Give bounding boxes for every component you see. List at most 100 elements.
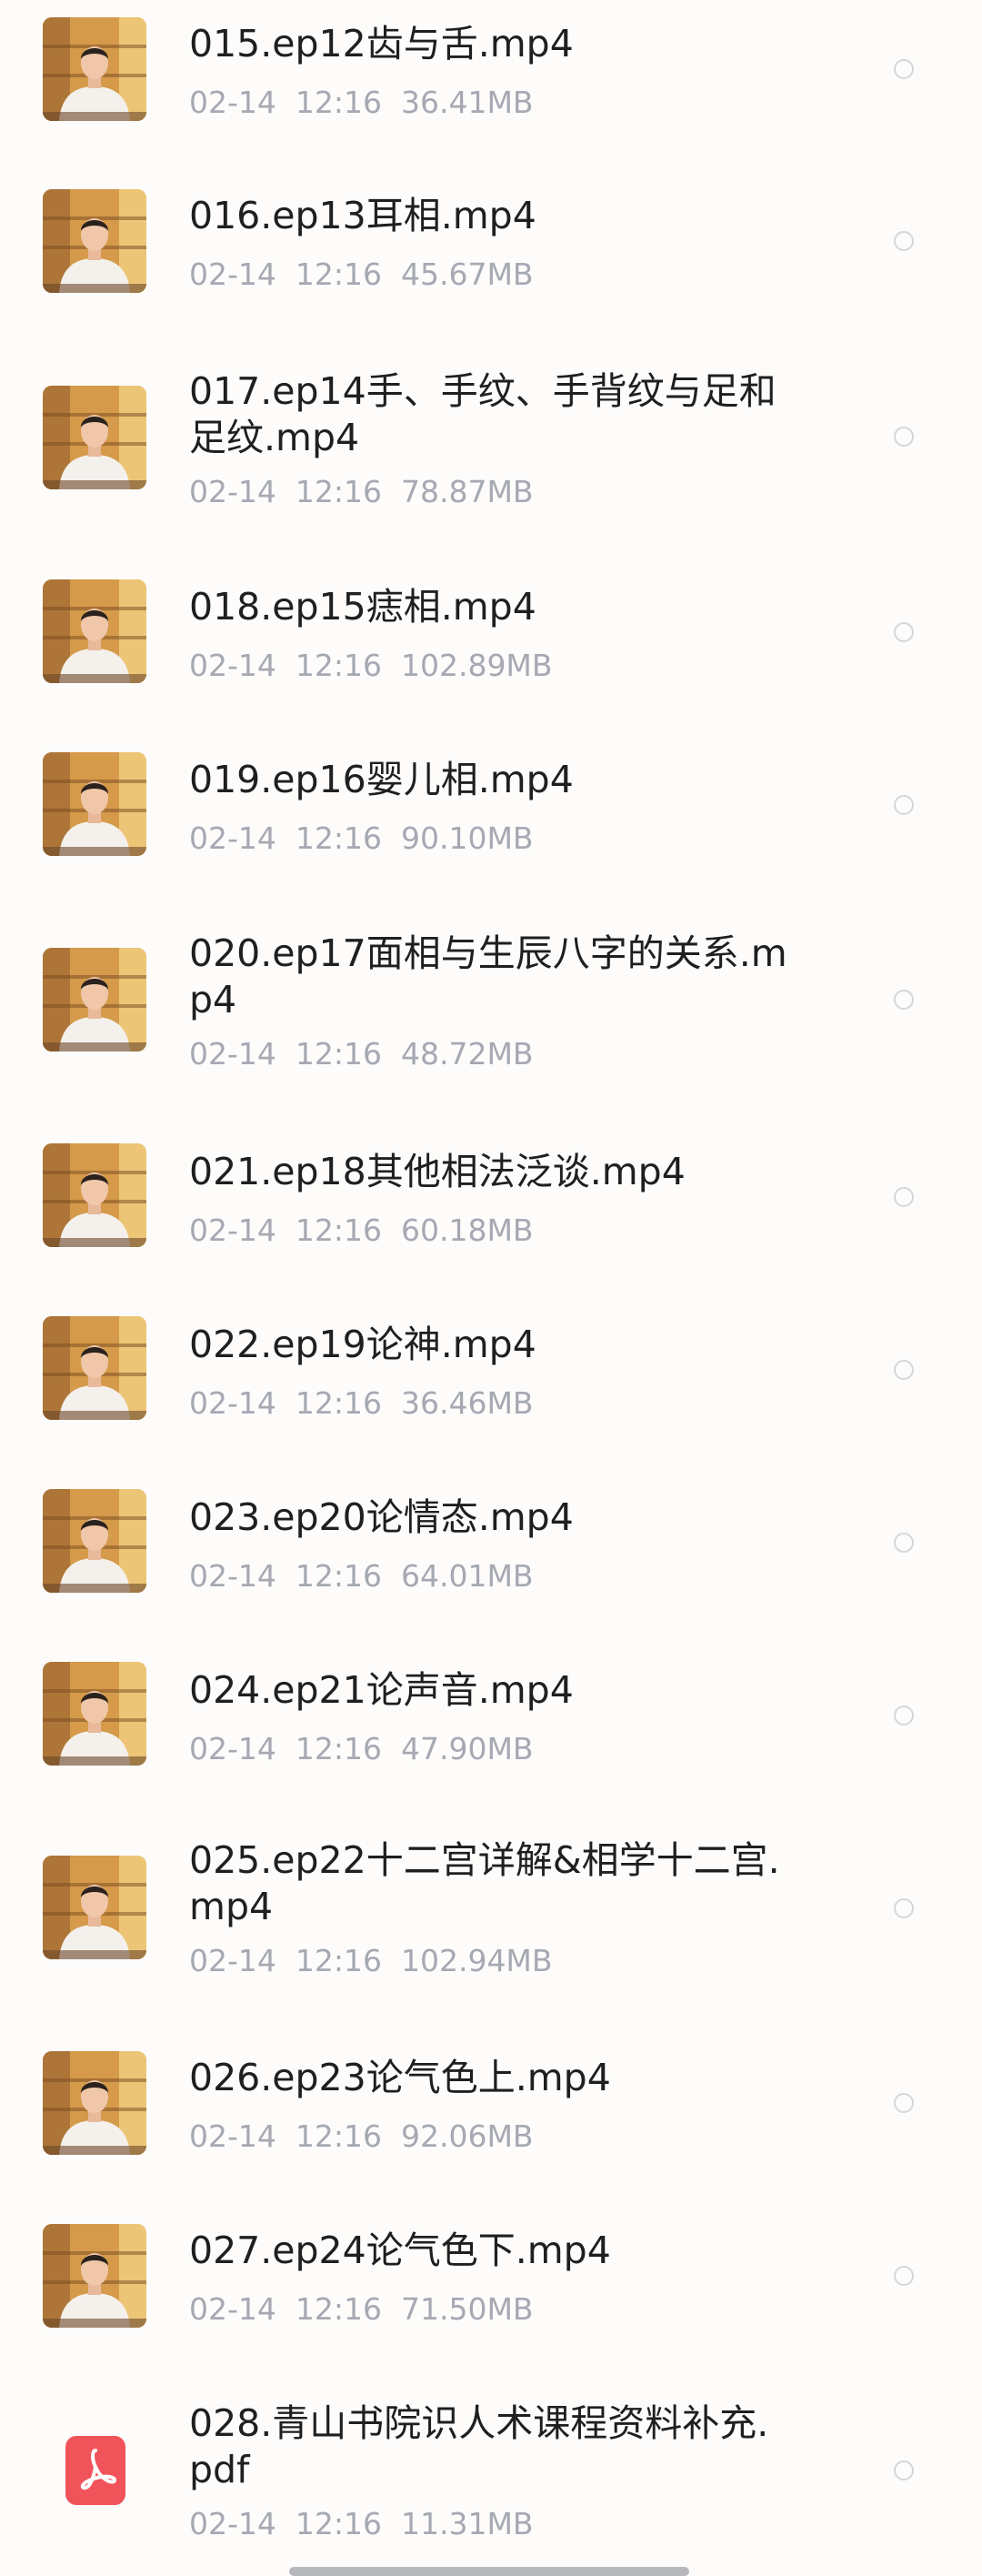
file-size: 36.41MB <box>400 85 534 120</box>
file-name: 020.ep17面相与生辰八字的关系.mp4 <box>189 931 787 1021</box>
select-radio[interactable] <box>894 1533 914 1553</box>
video-thumbnail <box>43 2051 146 2155</box>
file-meta: 02-14 12:16 102.89MB <box>189 648 553 684</box>
file-meta: 02-14 12:16 78.87MB <box>189 474 534 510</box>
file-row[interactable]: 024.ep21论声音.mp4 02-14 12:16 47.90MB <box>0 1645 982 1808</box>
select-radio[interactable] <box>894 795 914 815</box>
file-name: 017.ep14手、手纹、手背纹与足和足纹.mp4 <box>189 369 777 459</box>
video-thumbnail <box>43 1856 146 1959</box>
select-radio[interactable] <box>894 2460 914 2480</box>
file-row[interactable]: 028.青山书院识人术课程资料补充.pdf 02-14 12:16 11.31M… <box>0 2380 982 2571</box>
file-date: 02-14 <box>189 820 276 856</box>
thumbnail-image <box>43 17 146 121</box>
thumbnail-image <box>43 1143 146 1247</box>
file-name: 024.ep21论声音.mp4 <box>189 1668 574 1712</box>
file-size: 60.18MB <box>400 1213 534 1248</box>
file-date: 02-14 <box>189 1731 276 1766</box>
file-meta: 02-14 12:16 11.31MB <box>189 2506 534 2542</box>
file-date: 02-14 <box>189 1943 276 1978</box>
file-meta: 02-14 12:16 47.90MB <box>189 1731 534 1767</box>
file-date: 02-14 <box>189 2506 276 2541</box>
file-row[interactable]: 027.ep24论气色下.mp4 02-14 12:16 71.50MB <box>0 2207 982 2370</box>
file-name: 023.ep20论情态.mp4 <box>189 1495 574 1539</box>
file-date: 02-14 <box>189 2118 276 2154</box>
file-meta: 02-14 12:16 64.01MB <box>189 1558 534 1595</box>
file-date: 02-14 <box>189 257 276 292</box>
thumbnail-image <box>43 2051 146 2155</box>
file-size: 102.94MB <box>400 1943 553 1978</box>
file-date: 02-14 <box>189 1385 276 1421</box>
file-time: 12:16 <box>295 2118 382 2154</box>
video-thumbnail <box>43 579 146 683</box>
pdf-icon <box>65 2436 125 2505</box>
file-meta: 02-14 12:16 60.18MB <box>189 1213 534 1249</box>
file-size: 90.10MB <box>400 820 534 856</box>
file-row[interactable]: 017.ep14手、手纹、手背纹与足和足纹.mp4 02-14 12:16 78… <box>0 344 982 510</box>
file-size: 48.72MB <box>400 1036 534 1072</box>
file-name: 027.ep24论气色下.mp4 <box>189 2229 611 2272</box>
pdf-glyph <box>80 2449 117 2490</box>
file-date: 02-14 <box>189 1213 276 1248</box>
select-radio[interactable] <box>894 59 914 79</box>
file-name: 026.ep23论气色上.mp4 <box>189 2056 611 2099</box>
file-row[interactable]: 021.ep18其他相法泛谈.mp4 02-14 12:16 60.18MB <box>0 1126 982 1290</box>
select-radio[interactable] <box>894 1187 914 1207</box>
file-name: 018.ep15痣相.mp4 <box>189 585 536 629</box>
file-meta: 02-14 12:16 90.10MB <box>189 820 534 857</box>
file-time: 12:16 <box>295 85 382 120</box>
file-row[interactable]: 022.ep19论神.mp4 02-14 12:16 36.46MB <box>0 1299 982 1463</box>
file-meta: 02-14 12:16 45.67MB <box>189 257 534 293</box>
video-thumbnail <box>43 948 146 1052</box>
file-date: 02-14 <box>189 1036 276 1072</box>
file-meta: 02-14 12:16 48.72MB <box>189 1036 534 1072</box>
select-radio[interactable] <box>894 622 914 642</box>
file-row[interactable]: 026.ep23论气色上.mp4 02-14 12:16 92.06MB <box>0 2034 982 2198</box>
file-name: 021.ep18其他相法泛谈.mp4 <box>189 1150 686 1193</box>
select-radio[interactable] <box>894 2266 914 2286</box>
select-radio[interactable] <box>894 2093 914 2113</box>
thumbnail-image <box>43 1316 146 1420</box>
file-meta: 02-14 12:16 71.50MB <box>189 2291 534 2328</box>
file-name: 022.ep19论神.mp4 <box>189 1323 536 1366</box>
file-time: 12:16 <box>295 1036 382 1072</box>
file-date: 02-14 <box>189 648 276 683</box>
video-thumbnail <box>43 189 146 293</box>
file-time: 12:16 <box>295 1213 382 1248</box>
file-name: 025.ep22十二宫详解&相学十二宫.mp4 <box>189 1838 780 1928</box>
thumbnail-image <box>43 579 146 683</box>
select-radio[interactable] <box>894 231 914 251</box>
thumbnail-image <box>43 2224 146 2328</box>
file-time: 12:16 <box>295 2506 382 2541</box>
file-time: 12:16 <box>295 648 382 683</box>
select-radio[interactable] <box>894 427 914 447</box>
scroll-indicator[interactable] <box>289 2567 689 2576</box>
file-size: 45.67MB <box>400 257 534 292</box>
file-size: 64.01MB <box>400 1558 534 1594</box>
thumbnail-image <box>43 1489 146 1593</box>
file-meta: 02-14 12:16 102.94MB <box>189 1943 553 1979</box>
file-time: 12:16 <box>295 1385 382 1421</box>
file-row[interactable]: 016.ep13耳相.mp4 02-14 12:16 45.67MB <box>0 172 982 336</box>
file-list: 015.ep12齿与舌.mp4 02-14 12:16 36.41MB 016.… <box>0 0 982 2576</box>
video-thumbnail <box>43 386 146 489</box>
select-radio[interactable] <box>894 1706 914 1726</box>
thumbnail-image <box>43 1856 146 1959</box>
file-row[interactable]: 018.ep15痣相.mp4 02-14 12:16 102.89MB <box>0 564 982 728</box>
file-time: 12:16 <box>295 1731 382 1766</box>
file-row[interactable]: 023.ep20论情态.mp4 02-14 12:16 64.01MB <box>0 1472 982 1635</box>
file-row[interactable]: 025.ep22十二宫详解&相学十二宫.mp4 02-14 12:16 102.… <box>0 1817 982 1981</box>
file-size: 36.46MB <box>400 1385 534 1421</box>
file-row[interactable]: 020.ep17面相与生辰八字的关系.mp4 02-14 12:16 48.72… <box>0 910 982 1073</box>
select-radio[interactable] <box>894 990 914 1010</box>
select-radio[interactable] <box>894 1360 914 1380</box>
file-time: 12:16 <box>295 820 382 856</box>
file-time: 12:16 <box>295 474 382 509</box>
file-meta: 02-14 12:16 36.46MB <box>189 1385 534 1422</box>
thumbnail-image <box>43 386 146 489</box>
file-row[interactable]: 015.ep12齿与舌.mp4 02-14 12:16 36.41MB <box>0 0 982 164</box>
video-thumbnail <box>43 2224 146 2328</box>
file-row[interactable]: 019.ep16婴儿相.mp4 02-14 12:16 90.10MB <box>0 737 982 901</box>
select-radio[interactable] <box>894 1898 914 1918</box>
file-time: 12:16 <box>295 257 382 292</box>
file-size: 47.90MB <box>400 1731 534 1766</box>
